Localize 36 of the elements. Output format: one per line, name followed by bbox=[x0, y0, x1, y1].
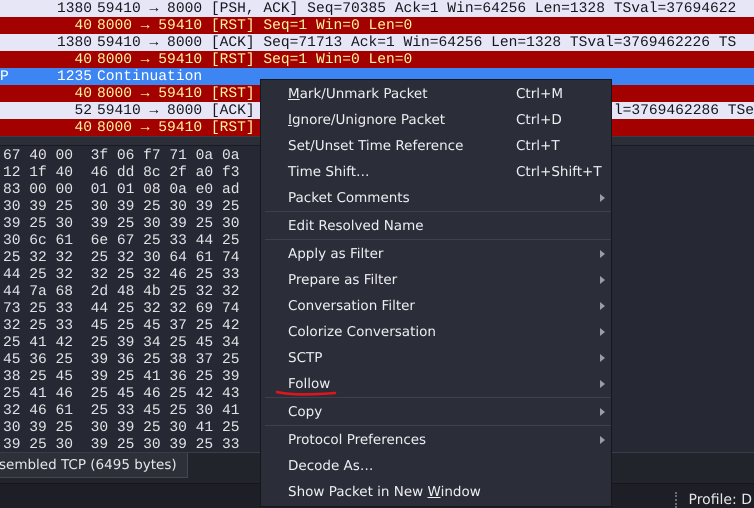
protocol-cell: P bbox=[0, 68, 9, 84]
hex-bytes: 44 25 32 32 25 32 46 25 33 bbox=[3, 267, 240, 284]
length-cell-text: 40 bbox=[73, 120, 92, 136]
hex-bytes: 32 46 61 25 33 45 25 30 41 bbox=[3, 403, 240, 420]
hex-bytes: 25 41 42 25 39 34 25 45 34 bbox=[3, 335, 240, 352]
hex-bytes: 67 40 00 3f 06 f7 71 0a 0a bbox=[3, 148, 240, 165]
length-cell-text: 40 bbox=[73, 52, 92, 68]
info-cell: 8000 → 59410 [RST] bbox=[97, 86, 255, 102]
hex-bytes: 83 00 00 01 01 08 0a e0 ad bbox=[3, 182, 240, 199]
length-cell-text: 1380 bbox=[56, 0, 92, 16]
hex-bytes: 12 1f 40 46 dd 8c 2f a0 f3 bbox=[3, 165, 240, 182]
length-cell-text: 40 bbox=[73, 18, 92, 34]
hex-bytes: 45 36 25 39 36 25 38 37 25 bbox=[3, 352, 240, 369]
info-cell: 8000 → 59410 [RST] Seq=1 Win=0 Len=0 bbox=[97, 52, 412, 68]
hex-bytes: 73 25 33 44 25 32 32 69 74 bbox=[3, 301, 240, 318]
hex-bytes: 32 25 33 45 25 45 37 25 42 bbox=[3, 318, 240, 335]
hex-bytes: 39 25 30 39 25 30 39 25 33 bbox=[3, 437, 240, 454]
hex-bytes: 30 6c 61 6e 67 25 33 44 25 bbox=[3, 233, 240, 250]
info-cell: Continuation bbox=[97, 68, 202, 84]
hex-bytes: 44 7a 68 2d 48 4b 25 32 32 bbox=[3, 284, 240, 301]
hex-bytes: 38 25 45 39 25 41 36 25 39 bbox=[3, 369, 240, 386]
hex-bytes: 25 32 32 25 32 30 64 61 74 bbox=[3, 250, 240, 267]
length-cell-text: 1235 bbox=[56, 68, 92, 84]
info-cell: 59410 → 8000 [PSH, ACK] Seq=70385 Ack=1 Win=64256 Len=1328 TSval=37694622 bbox=[97, 0, 736, 16]
hex-bytes: 25 41 46 25 45 46 25 42 43 bbox=[3, 386, 240, 403]
info-cell: 59410 → 8000 [ACK] Seq=71713 Ack=1 Win=64256 Len=1328 TSval=3769462226 TS bbox=[97, 34, 736, 50]
length-cell-text: 52 bbox=[73, 102, 92, 118]
hex-bytes: 30 39 25 30 39 25 30 41 25 bbox=[3, 420, 240, 437]
length-cell-text: 40 bbox=[73, 86, 92, 102]
info-cell: 8000 → 59410 [RST] Seq=1 Win=0 Len=0 bbox=[97, 18, 412, 34]
length-cell-text: 1380 bbox=[56, 34, 92, 50]
info-cell: 8000 → 59410 [RST] bbox=[97, 120, 255, 136]
info-cell: l=3769462286 TSe bbox=[614, 102, 754, 118]
hex-bytes: 39 25 30 39 25 30 39 25 30 bbox=[3, 216, 240, 233]
hex-bytes: 30 39 25 30 39 25 30 39 25 bbox=[3, 199, 240, 216]
info-cell: 59410 → 8000 [ACK] bbox=[97, 102, 255, 118]
